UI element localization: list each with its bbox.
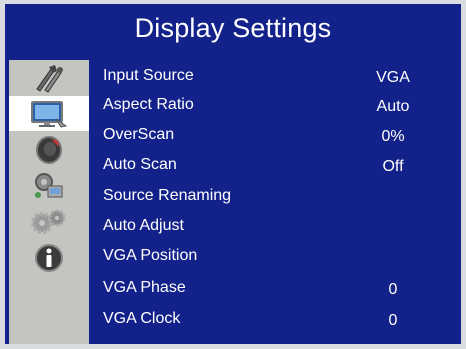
menu-row-auto-adjust[interactable]: Auto Adjust (103, 212, 453, 240)
menu-row-source-renaming[interactable]: Source Renaming (103, 182, 453, 210)
network-settings-icon (35, 172, 63, 198)
menu-value: 0% (381, 128, 405, 145)
menu-row-aspect-ratio[interactable]: Aspect Ratio Auto (103, 91, 453, 119)
menu-label: VGA Phase (103, 279, 186, 296)
tools-icon (36, 64, 63, 93)
menu-row-overscan[interactable]: OverScan 0% (103, 121, 453, 149)
menu-row-vga-phase[interactable]: VGA Phase 0 (103, 274, 453, 302)
menu-label: Aspect Ratio (103, 96, 194, 113)
menu-value: 0 (388, 281, 398, 298)
menu-row-auto-scan[interactable]: Auto Scan Off (103, 151, 453, 179)
menu-value: Off (382, 158, 404, 175)
sidebar-item-network[interactable] (9, 168, 89, 203)
settings-menu-list: Input Source VGA Aspect Ratio Auto OverS… (103, 60, 453, 344)
sidebar-item-info[interactable] (9, 240, 89, 275)
gears-icon (31, 209, 66, 234)
menu-label: Source Renaming (103, 187, 232, 204)
info-icon (35, 243, 63, 272)
menu-label: Input Source (103, 67, 194, 84)
menu-label: VGA Position (103, 247, 198, 264)
menu-row-input-source[interactable]: Input Source VGA (103, 62, 453, 90)
sidebar-item-advanced[interactable] (9, 204, 89, 239)
sidebar-item-tools[interactable] (9, 60, 89, 95)
speaker-icon (36, 135, 62, 164)
menu-value: 0 (388, 312, 398, 329)
sidebar-item-display[interactable] (9, 96, 89, 131)
menu-label: Auto Scan (103, 156, 177, 173)
category-sidebar (9, 60, 89, 344)
display-monitor-icon (31, 100, 68, 128)
osd-menu-window: Display Settings Input Source VGA Aspect… (5, 4, 461, 344)
menu-row-vga-position[interactable]: VGA Position (103, 242, 453, 270)
sidebar-item-audio[interactable] (9, 132, 89, 167)
menu-title: Display Settings (134, 13, 332, 43)
menu-value: VGA (376, 69, 410, 86)
menu-label: Auto Adjust (103, 217, 184, 234)
menu-row-vga-clock[interactable]: VGA Clock 0 (103, 305, 453, 333)
menu-label: OverScan (103, 126, 175, 143)
menu-value: Auto (376, 98, 410, 115)
menu-label: VGA Clock (103, 310, 181, 327)
